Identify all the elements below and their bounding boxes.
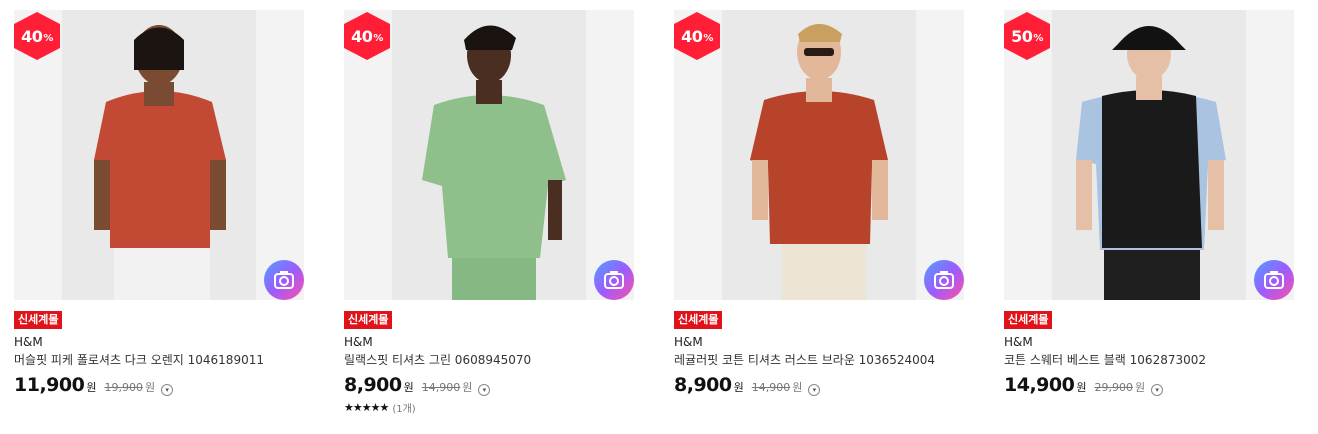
brand-name: H&M	[674, 335, 703, 349]
discount-value: 50	[1011, 26, 1033, 46]
discount-unit: %	[703, 32, 713, 44]
sale-price: 8,900	[344, 374, 402, 396]
original-price: 14,900	[751, 381, 791, 394]
sale-price: 14,900	[1004, 374, 1075, 396]
original-price: 14,900	[421, 381, 461, 394]
model-photo	[94, 25, 226, 300]
product-info: 신세계몰 H&M 코튼 스웨터 베스트 블랙 1062873002 14,900…	[1004, 300, 1294, 396]
rating-row: ★★★★★ (1개)	[344, 400, 634, 415]
sale-price-unit: 원	[1076, 381, 1087, 394]
discount-value: 40	[21, 26, 43, 46]
original-price-unit: 원	[144, 381, 156, 394]
product-image[interactable]: 40%	[344, 10, 634, 300]
original-price: 29,900	[1094, 381, 1133, 394]
original-price: 19,900	[104, 381, 143, 394]
info-circle-icon[interactable]: ▾	[808, 384, 821, 396]
brand-name: H&M	[1004, 335, 1033, 349]
info-circle-icon[interactable]: ▾	[478, 384, 491, 396]
sale-price-unit: 원	[86, 381, 97, 394]
model-photo	[750, 24, 888, 300]
discount-unit: %	[1033, 32, 1043, 44]
product-name[interactable]: 코튼 스웨터 베스트 블랙 1062873002	[1004, 352, 1294, 368]
sale-price: 8,900	[674, 374, 732, 396]
camera-search-icon[interactable]	[594, 260, 634, 300]
product-grid: 40% 신세계몰 H&M 머슬핏 피케 폴로셔츠 다크 오렌지 10461890…	[0, 0, 1318, 434]
product-card[interactable]: 40% 신세계몰 H&M 머슬핏 피케 폴로셔츠 다크 오렌지 10461890…	[14, 10, 304, 396]
mall-tag: 신세계몰	[344, 311, 393, 329]
price-row: 8,900 원 14,900 원 ▾	[674, 374, 964, 396]
sale-price-unit: 원	[733, 381, 744, 394]
product-name[interactable]: 머슬핏 피케 폴로셔츠 다크 오렌지 1046189011	[14, 352, 304, 368]
discount-value: 40	[681, 26, 703, 46]
mall-tag: 신세계몰	[1004, 311, 1053, 329]
product-card[interactable]: 50% 신세계몰 H&M 코튼 스웨터 베스트 블랙 1062873002 14…	[1004, 10, 1294, 396]
brand-name: H&M	[14, 335, 43, 349]
star-rating-icon: ★★★★★	[344, 401, 389, 414]
price-row: 8,900 원 14,900 원 ▾	[344, 374, 634, 396]
price-row: 11,900 원 19,900 원 ▾	[14, 374, 304, 396]
discount-value: 40	[351, 26, 373, 46]
original-price-unit: 원	[1134, 381, 1146, 394]
discount-unit: %	[43, 32, 53, 44]
product-image[interactable]: 40%	[674, 10, 964, 300]
model-photo	[1076, 26, 1226, 300]
mall-tag: 신세계몰	[14, 311, 63, 329]
model-photo	[422, 25, 566, 300]
camera-search-icon[interactable]	[1254, 260, 1294, 300]
product-info: 신세계몰 H&M 머슬핏 피케 폴로셔츠 다크 오렌지 1046189011 1…	[14, 300, 304, 396]
product-card[interactable]: 40% 신세계몰 H&M 릴랙스핏 티셔츠 그린 0608945070 8,90…	[344, 10, 634, 415]
discount-unit: %	[373, 32, 383, 44]
sale-price: 11,900	[14, 374, 85, 396]
original-price-unit: 원	[792, 381, 803, 394]
camera-search-icon[interactable]	[264, 260, 304, 300]
product-name[interactable]: 레귤러핏 코튼 티셔츠 러스트 브라운 1036524004	[674, 352, 964, 368]
product-card[interactable]: 40% 신세계몰 H&M 레귤러핏 코튼 티셔츠 러스트 브라운 1036524…	[674, 10, 964, 396]
product-image[interactable]: 40%	[14, 10, 304, 300]
price-row: 14,900 원 29,900 원 ▾	[1004, 374, 1294, 396]
product-name[interactable]: 릴랙스핏 티셔츠 그린 0608945070	[344, 352, 634, 368]
product-info: 신세계몰 H&M 레귤러핏 코튼 티셔츠 러스트 브라운 1036524004 …	[674, 300, 964, 396]
brand-name: H&M	[344, 335, 373, 349]
product-image[interactable]: 50%	[1004, 10, 1294, 300]
info-circle-icon[interactable]: ▾	[161, 384, 174, 396]
review-count[interactable]: (1개)	[392, 400, 415, 415]
sale-price-unit: 원	[403, 381, 414, 394]
original-price-unit: 원	[462, 381, 473, 394]
camera-search-icon[interactable]	[924, 260, 964, 300]
info-circle-icon[interactable]: ▾	[1151, 384, 1164, 396]
mall-tag: 신세계몰	[674, 311, 723, 329]
product-info: 신세계몰 H&M 릴랙스핏 티셔츠 그린 0608945070 8,900 원 …	[344, 300, 634, 415]
